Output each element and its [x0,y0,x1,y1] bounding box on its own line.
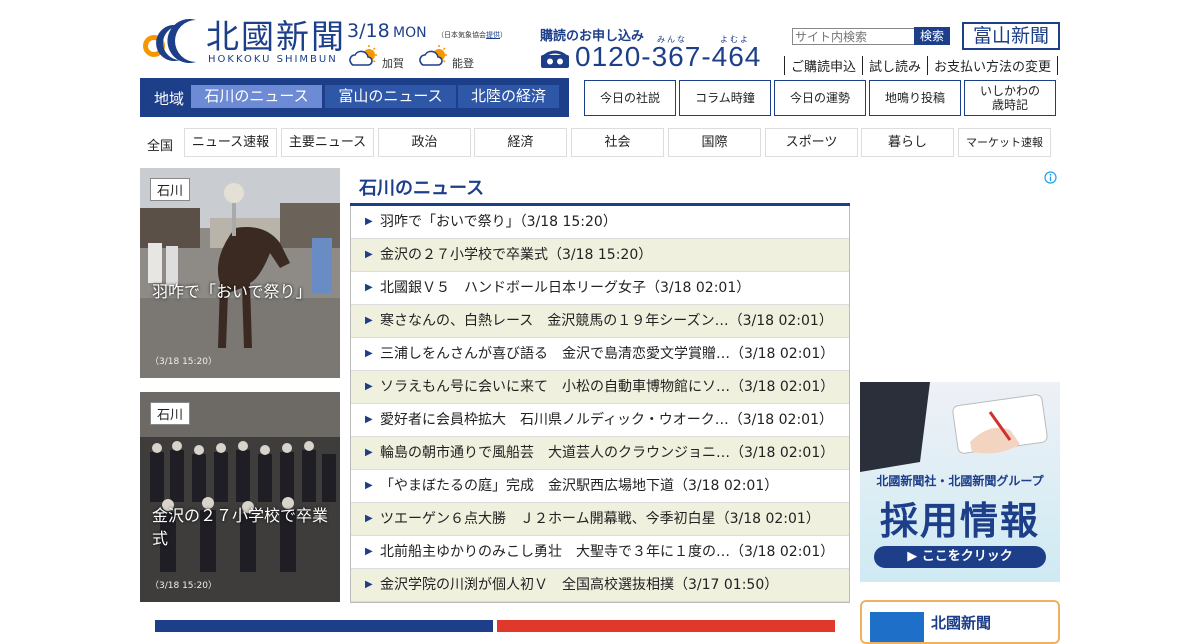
triangle-right-icon: ▶ [365,249,373,260]
news-item[interactable]: ▶ 寒さなんの、白熱レース 金沢競馬の１９年シーズン…（3/18 02:01） [351,305,849,338]
category-market[interactable]: マーケット速報 [958,128,1051,157]
region-nav-label: 地域 [154,90,185,108]
news-item-link[interactable]: 北前船主ゆかりのみこし勇壮 大聖寺で３年に１度の…（3/18 02:01） [380,544,834,560]
news-section-title: 石川のニュース [359,178,485,199]
date: 3/18 [347,20,390,42]
category-politics[interactable]: 政治 [378,128,471,157]
link-trial[interactable]: 試し読み [862,56,927,75]
news-item-link[interactable]: 羽咋で「おいで祭り」（3/18 15:20） [380,214,617,230]
weather-region-noto: 能登 [452,57,474,70]
weather-source: （日本気象協会提供） [437,31,507,39]
news-item-link[interactable]: 金沢学院の川渕が個人初Ｖ 全国高校選抜相撲（3/17 01:50） [380,577,778,593]
category-society[interactable]: 社会 [571,128,664,157]
category-international[interactable]: 国際 [668,128,761,157]
news-item-link[interactable]: ツエーゲン６点大勝 Ｊ２ホーム開幕戦、今季初白星（3/18 02:01） [380,511,820,527]
photo-tag: 石川 [150,178,191,201]
recruit-banner[interactable]: 北國新聞社・北國新聞グループ 採用情報 ▶ ここをクリック [860,382,1060,582]
news-list: ▶ 羽咋で「おいで祭り」（3/18 15:20） ▶ 金沢の２７小学校で卒業式（3/1… [350,206,850,603]
recruit-subtitle: 北國新聞社・北國新聞グループ [876,474,1044,488]
category-main[interactable]: 主要ニュース [281,128,374,157]
news-item[interactable]: ▶ 三浦しをんさんが喜び語る 金沢で島清恋愛文学賞贈…（3/18 02:01） [351,338,849,371]
recruit-click-button[interactable]: ▶ ここをクリック [874,546,1046,568]
photo-caption[interactable]: 金沢の２７小学校で卒業式 [152,504,334,550]
news-item-link[interactable]: 輪島の朝市通りで風船芸 大道芸人のクラウンジョニ…（3/18 02:01） [380,445,834,461]
triangle-right-icon: ▶ [365,480,373,491]
weather-region-kaga: 加賀 [382,57,404,70]
editorial-button[interactable]: 今日の社説 [584,80,676,116]
triangle-right-icon: ▶ [365,282,373,293]
logo-mark[interactable] [140,16,198,66]
news-item-link[interactable]: 三浦しをんさんが喜び語る 金沢で島清恋愛文学賞贈…（3/18 02:01） [380,346,834,362]
news-item[interactable]: ▶ 金沢学院の川渕が個人初Ｖ 全国高校選抜相撲（3/17 01:50） [351,569,849,602]
news-item-link[interactable]: 愛好者に会員枠拡大 石川県ノルディック・ウオーク…（3/18 02:01） [380,412,833,428]
triangle-right-icon: ▶ [365,579,373,590]
app-promo-box[interactable]: 北國新聞 [860,600,1060,644]
triangle-right-icon: ▶ [365,348,373,359]
news-item-link[interactable]: 北國銀Ｖ５ ハンドボール日本リーグ女子（3/18 02:01） [380,280,750,296]
photo-timestamp: （3/18 15:20） [150,581,218,591]
bottom-banner[interactable] [155,620,493,632]
category-economy[interactable]: 経済 [474,128,567,157]
ad-info-icon[interactable] [1044,169,1057,184]
recruit-title: 採用情報 [879,499,1040,543]
photo-timestamp: （3/18 15:20） [150,357,218,367]
horoscope-button[interactable]: 今日の運勢 [774,80,866,116]
photo-caption[interactable]: 羽咋で「おいで祭り」 [152,280,334,303]
saijiki-button[interactable]: いしかわの 歳時記 [964,80,1056,116]
weekday: MON [393,25,427,41]
triangle-right-icon: ▶ [365,513,373,524]
triangle-right-icon: ▶ [365,315,373,326]
search-input[interactable] [792,28,918,45]
category-living[interactable]: 暮らし [861,128,954,157]
bottom-banner[interactable] [497,620,835,632]
news-item[interactable]: ▶ ソラえもん号に会いに来て 小松の自動車博物館にソ…（3/18 02:01） [351,371,849,404]
triangle-right-icon: ▶ [365,216,373,227]
tab-hokuriku-economy[interactable]: 北陸の経済 [458,85,559,108]
triangle-right-icon: ▶ [365,414,373,425]
category-sports[interactable]: スポーツ [765,128,858,157]
column-jisho-button[interactable]: コラム時鐘 [679,80,771,116]
app-logo-icon [870,612,924,642]
cloud-sun-icon [347,43,379,71]
logo-subtext: HOKKOKU SHIMBUN [208,54,338,65]
news-item-link[interactable]: 寒さなんの、白熱レース 金沢競馬の１９年シーズン…（3/18 02:01） [380,313,833,329]
news-item[interactable]: ▶ 金沢の２７小学校で卒業式（3/18 15:20） [351,239,849,272]
phone-number[interactable]: 0120-367-464 [575,41,761,73]
search-button[interactable]: 検索 [914,27,950,45]
saijiki-label-2: 歳時記 [991,98,1028,112]
news-item[interactable]: ▶ 「やまぼたるの庭」完成 金沢駅西広場地下道（3/18 02:01） [351,470,849,503]
photo-tag: 石川 [150,402,191,425]
logo-text[interactable]: 北國新聞 [206,18,346,56]
news-item[interactable]: ▶ ツエーゲン６点大勝 Ｊ２ホーム開幕戦、今季初白星（3/18 02:01） [351,503,849,536]
tab-toyama-news[interactable]: 富山のニュース [325,85,456,108]
header-links: ご購読申込 試し読み お支払い方法の変更 [784,56,1059,75]
news-item[interactable]: ▶ 北國銀Ｖ５ ハンドボール日本リーグ女子（3/18 02:01） [351,272,849,305]
news-item[interactable]: ▶ 愛好者に会員枠拡大 石川県ノルディック・ウオーク…（3/18 02:01） [351,404,849,437]
toyama-shimbun-button[interactable]: 富山新聞 [962,22,1060,50]
news-item[interactable]: ▶ 北前船主ゆかりのみこし勇壮 大聖寺で３年に１度の…（3/18 02:01） [351,536,849,569]
triangle-right-icon: ▶ [365,447,373,458]
tab-ishikawa-news[interactable]: 石川のニュース [191,85,322,108]
news-item-link[interactable]: 金沢の２７小学校で卒業式（3/18 15:20） [380,247,652,263]
link-payment[interactable]: お支払い方法の変更 [927,56,1059,75]
cloud-sun-icon [417,43,449,71]
reader-post-button[interactable]: 地鳴り投稿 [869,80,961,116]
weather-source-link[interactable]: 提供 [486,31,500,39]
saijiki-label-1: いしかわの [979,84,1040,98]
featured-photo-graduation[interactable]: 石川 金沢の２７小学校で卒業式 （3/18 15:20） [140,392,340,602]
news-item[interactable]: ▶ 輪島の朝市通りで風船芸 大道芸人のクラウンジョニ…（3/18 02:01） [351,437,849,470]
category-breaking[interactable]: ニュース速報 [184,128,277,157]
news-item-link[interactable]: 「やまぼたるの庭」完成 金沢駅西広場地下道（3/18 02:01） [380,478,778,494]
news-item[interactable]: ▶ 羽咋で「おいで祭り」（3/18 15:20） [351,206,849,239]
phone-icon [540,49,570,69]
triangle-right-icon: ▶ [365,381,373,392]
news-item-link[interactable]: ソラえもん号に会いに来て 小松の自動車博物館にソ…（3/18 02:01） [380,379,834,395]
triangle-right-icon: ▶ [365,546,373,557]
featured-photo-festival[interactable]: 石川 羽咋で「おいで祭り」 （3/18 15:20） [140,168,340,378]
category-nav-label: 全国 [147,139,174,154]
link-subscribe[interactable]: ご購読申込 [784,56,862,75]
